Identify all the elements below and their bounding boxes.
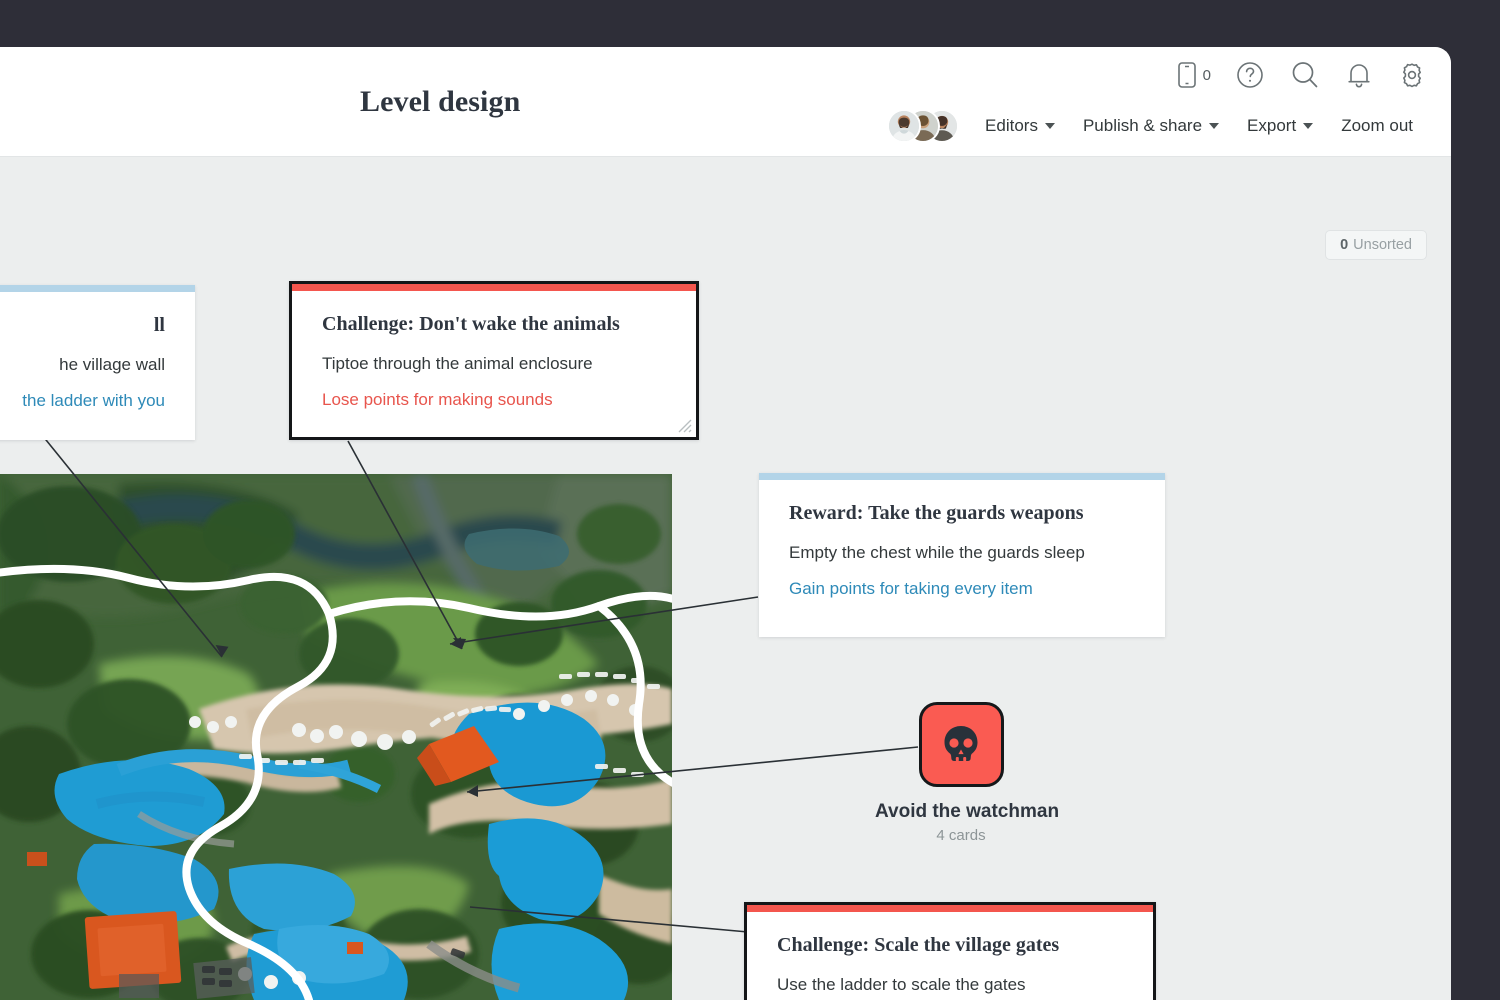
chevron-down-icon: [1303, 123, 1314, 129]
publish-share-menu[interactable]: Publish & share: [1069, 110, 1233, 142]
card-village-wall[interactable]: ll he village wall the ladder with you: [0, 285, 195, 440]
avatar: [887, 109, 922, 143]
card-accent-bar: [292, 284, 696, 291]
card-body: ll he village wall the ladder with you: [0, 292, 195, 435]
connector-lines: [41, 434, 919, 933]
card-link[interactable]: Lose points for making sounds: [322, 390, 666, 410]
mobile-preview-count: 0: [1202, 66, 1211, 84]
app-header: Level design 0 Editors Publish & share E…: [0, 47, 1451, 157]
mobile-icon: [1177, 61, 1197, 89]
card-accent-bar: [759, 473, 1165, 480]
card-description: Use the ladder to scale the gates: [777, 975, 1026, 994]
board-canvas[interactable]: 0 Unsorted ll he village wall the ladder…: [0, 157, 1451, 1000]
export-menu-label: Export: [1247, 116, 1297, 135]
card-link[interactable]: the ladder with you: [0, 391, 165, 411]
screen-root: Level design 0 Editors Publish & share E…: [0, 0, 1500, 1000]
header-menu-row: Editors Publish & share Export Zoom out: [887, 109, 1427, 143]
chevron-down-icon: [1044, 123, 1055, 129]
group-node-card-count: 4 cards: [936, 827, 986, 844]
card-accent-bar: [747, 905, 1153, 912]
group-node-label: Avoid the watchman: [875, 801, 1060, 822]
editors-menu-label: Editors: [985, 116, 1038, 135]
card-link[interactable]: Gain points for taking every item: [789, 579, 1135, 599]
editors-menu[interactable]: Editors: [971, 110, 1069, 142]
card-title: Challenge: Don't wake the animals: [322, 313, 620, 335]
page-title: Level design: [360, 85, 521, 118]
card-title: ll: [153, 314, 165, 336]
card-description: Empty the chest while the guards sleep: [789, 543, 1085, 562]
chevron-down-icon: [1209, 123, 1220, 129]
header-icon-row: 0: [1177, 59, 1427, 91]
zoom-out-label: Zoom out: [1341, 116, 1413, 135]
zoom-out-button[interactable]: Zoom out: [1327, 110, 1427, 142]
bell-icon[interactable]: [1345, 60, 1373, 90]
card-body: Reward: Take the guards weapons Empty th…: [759, 480, 1165, 623]
resize-handle[interactable]: [678, 419, 692, 433]
group-node-avoid-watchman[interactable]: Avoid the watchman 4 cards: [875, 702, 1060, 844]
card-body: Challenge: Scale the village gates Use t…: [747, 912, 1153, 1000]
publish-share-menu-label: Publish & share: [1082, 116, 1203, 135]
skull-icon: [944, 725, 978, 761]
card-title: Reward: Take the guards weapons: [789, 502, 1084, 524]
mobile-preview-button[interactable]: 0: [1177, 61, 1211, 89]
export-menu[interactable]: Export: [1233, 110, 1327, 142]
group-tile[interactable]: [918, 702, 1004, 787]
card-body: Challenge: Don't wake the animals Tiptoe…: [292, 291, 696, 434]
card-dont-wake-animals[interactable]: Challenge: Don't wake the animals Tiptoe…: [289, 281, 699, 440]
card-title: Challenge: Scale the village gates: [777, 934, 1060, 956]
app-window: Level design 0 Editors Publish & share E…: [0, 47, 1451, 1000]
help-icon[interactable]: [1235, 60, 1265, 90]
editor-avatars[interactable]: [887, 109, 960, 143]
card-guards-weapons[interactable]: Reward: Take the guards weapons Empty th…: [759, 473, 1165, 637]
card-description: he village wall: [59, 355, 165, 374]
gear-icon[interactable]: [1397, 60, 1427, 90]
card-accent-bar: [0, 285, 195, 292]
search-icon[interactable]: [1289, 59, 1321, 91]
card-description: Tiptoe through the animal enclosure: [322, 354, 593, 373]
card-scale-village-gates[interactable]: Challenge: Scale the village gates Use t…: [744, 902, 1156, 1000]
